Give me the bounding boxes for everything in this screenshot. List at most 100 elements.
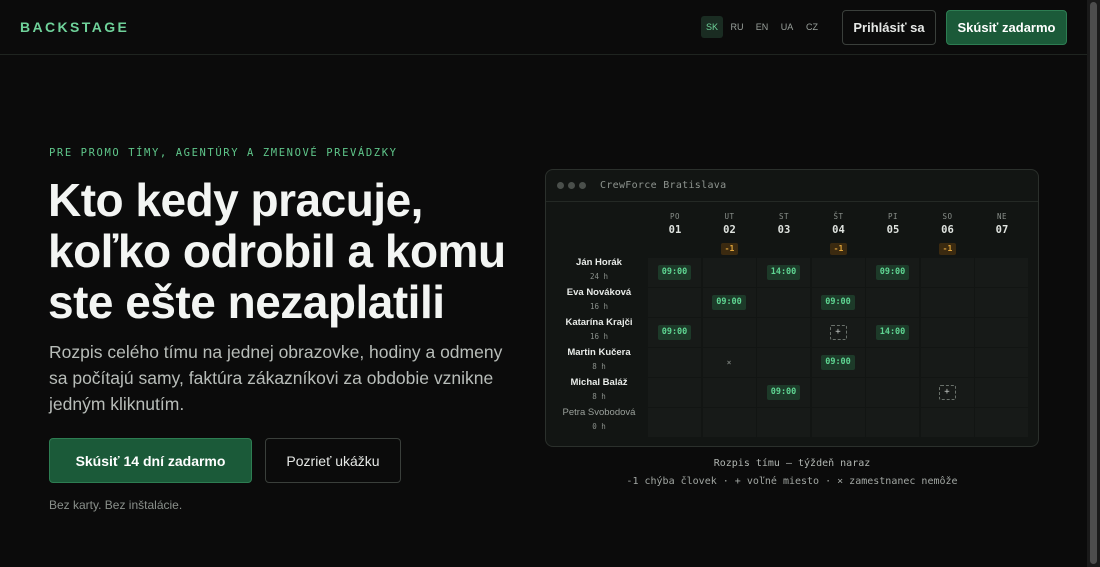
schedule-cell[interactable] <box>811 258 865 287</box>
missing-person-badge: -1 <box>938 243 957 255</box>
day-name: PI <box>887 212 899 221</box>
day-header: PO 01 <box>648 212 702 236</box>
schedule-cell[interactable]: 09:00 <box>811 288 865 317</box>
schedule-cell[interactable] <box>866 288 919 317</box>
shift-chip[interactable]: 09:00 <box>712 295 746 310</box>
employee-hours: 8 h <box>592 392 606 401</box>
schedule-cell[interactable] <box>866 408 919 437</box>
lang-cz[interactable]: CZ <box>801 16 823 38</box>
schedule-cell[interactable] <box>702 408 756 437</box>
schedule-cell[interactable] <box>811 378 865 407</box>
login-button[interactable]: Prihlásiť sa <box>842 10 936 45</box>
day-name: SO <box>942 212 953 221</box>
schedule-cell[interactable]: 09:00 <box>811 348 865 377</box>
day-header: NE 07 <box>975 212 1029 236</box>
schedule-cell[interactable] <box>866 348 919 377</box>
schedule-cell[interactable] <box>975 408 1028 437</box>
schedule-preview-window: CrewForce Bratislava PO 01 UT 02 -1 ST 03 ŠT 04 -… <box>545 169 1039 447</box>
employee-row-label[interactable]: Katarína Krajči 16 h <box>552 317 646 341</box>
employee-row-label[interactable]: Petra Svobodová 0 h <box>552 407 646 431</box>
window-dot-icon <box>579 182 586 189</box>
schedule-cell[interactable] <box>975 288 1028 317</box>
shift-chip[interactable]: 14:00 <box>875 325 910 340</box>
shift-chip[interactable]: 14:00 <box>766 265 801 280</box>
hero-subtitle: Rozpis celého tímu na jednej obrazovke, … <box>49 342 503 414</box>
day-number: 05 <box>886 224 900 236</box>
schedule-cell[interactable] <box>920 348 974 377</box>
schedule-cell[interactable] <box>757 288 810 317</box>
schedule-cell[interactable] <box>975 318 1028 347</box>
lang-sk[interactable]: SK <box>701 16 723 38</box>
schedule-cell[interactable]: 14:00 <box>757 258 810 287</box>
schedule-cell[interactable]: + <box>920 378 974 407</box>
schedule-cell[interactable] <box>920 318 974 347</box>
try-14-days-button[interactable]: Skúsiť 14 dní zadarmo <box>49 438 252 483</box>
page-scrollbar[interactable] <box>1087 0 1100 567</box>
day-header: PI 05 <box>866 212 920 236</box>
employee-hours: 24 h <box>589 272 609 281</box>
lang-en[interactable]: EN <box>751 16 773 38</box>
shift-chip[interactable]: 09:00 <box>821 355 855 370</box>
day-number: 02 <box>723 224 736 236</box>
employee-hours: 16 h <box>589 302 609 311</box>
shift-chip[interactable]: 09:00 <box>821 295 855 310</box>
schedule-cell[interactable] <box>866 378 919 407</box>
hero-headline: Kto kedy pracuje, koľko odrobil a komu s… <box>48 175 528 328</box>
schedule-cell[interactable] <box>648 408 701 437</box>
day-header: ST 03 <box>757 212 811 236</box>
schedule-cell[interactable]: 09:00 <box>702 288 756 317</box>
shift-chip[interactable]: 09:00 <box>766 385 801 400</box>
shift-chip[interactable]: 09:00 <box>657 265 692 280</box>
day-name: ŠT <box>833 212 844 221</box>
shift-chip[interactable]: 09:00 <box>657 325 692 340</box>
schedule-cell[interactable]: 09:00 <box>648 258 701 287</box>
schedule-cell[interactable] <box>920 258 974 287</box>
schedule-cell[interactable] <box>811 408 865 437</box>
schedule-cell[interactable]: 09:00 <box>866 258 919 287</box>
headline-line: Kto kedy pracuje, <box>48 174 423 226</box>
hero-eyebrow: PRE PROMO TÍMY, AGENTÚRY A ZMENOVÉ PREVÁ… <box>49 147 398 159</box>
employee-row-label[interactable]: Martin Kučera 8 h <box>552 347 646 371</box>
schedule-cell[interactable] <box>702 378 756 407</box>
employee-row-label[interactable]: Michal Baláž 8 h <box>552 377 646 401</box>
open-slot-icon[interactable]: + <box>829 325 847 340</box>
schedule-cell[interactable] <box>920 288 974 317</box>
employee-row-label[interactable]: Eva Nováková 16 h <box>552 287 646 311</box>
window-dot-icon <box>557 182 564 189</box>
day-number: 04 <box>832 224 845 236</box>
try-free-button[interactable]: Skúsiť zadarmo <box>946 10 1067 45</box>
schedule-cell[interactable]: 09:00 <box>648 318 701 347</box>
schedule-cell[interactable] <box>975 378 1028 407</box>
window-dot-icon <box>568 182 575 189</box>
view-demo-button[interactable]: Pozrieť ukážku <box>265 438 401 483</box>
schedule-cell[interactable] <box>757 318 810 347</box>
schedule-cell[interactable] <box>702 258 756 287</box>
schedule-cell[interactable] <box>702 318 756 347</box>
schedule-cell[interactable]: 14:00 <box>866 318 919 347</box>
open-slot-icon[interactable]: + <box>938 385 956 400</box>
lang-ua[interactable]: UA <box>776 16 798 38</box>
employee-name: Eva Nováková <box>566 287 632 298</box>
schedule-cell[interactable] <box>920 408 974 437</box>
missing-person-badge: -1 <box>720 243 739 255</box>
schedule-cell[interactable] <box>648 288 701 317</box>
schedule-cell[interactable] <box>648 378 701 407</box>
schedule-cell[interactable] <box>975 258 1028 287</box>
schedule-cell[interactable]: × <box>702 348 756 377</box>
employee-row-label[interactable]: Ján Horák 24 h <box>552 257 646 281</box>
shift-chip[interactable]: 09:00 <box>875 265 910 280</box>
employee-hours: 16 h <box>589 332 609 341</box>
schedule-cell[interactable] <box>975 348 1028 377</box>
day-name: PO <box>669 212 681 221</box>
schedule-cell[interactable] <box>757 408 810 437</box>
top-nav: BACKSTAGE SK RU EN UA CZ Prihlásiť sa Sk… <box>0 0 1087 55</box>
logo[interactable]: BACKSTAGE <box>20 19 129 35</box>
schedule-cell[interactable]: 09:00 <box>757 378 810 407</box>
lang-ru[interactable]: RU <box>726 16 748 38</box>
scrollbar-thumb[interactable] <box>1090 2 1097 564</box>
missing-person-badge: -1 <box>829 243 848 255</box>
schedule-caption: Rozpis tímu — týždeň naraz <box>713 458 871 469</box>
schedule-cell[interactable] <box>648 348 701 377</box>
schedule-cell[interactable]: + <box>811 318 865 347</box>
schedule-cell[interactable] <box>757 348 810 377</box>
